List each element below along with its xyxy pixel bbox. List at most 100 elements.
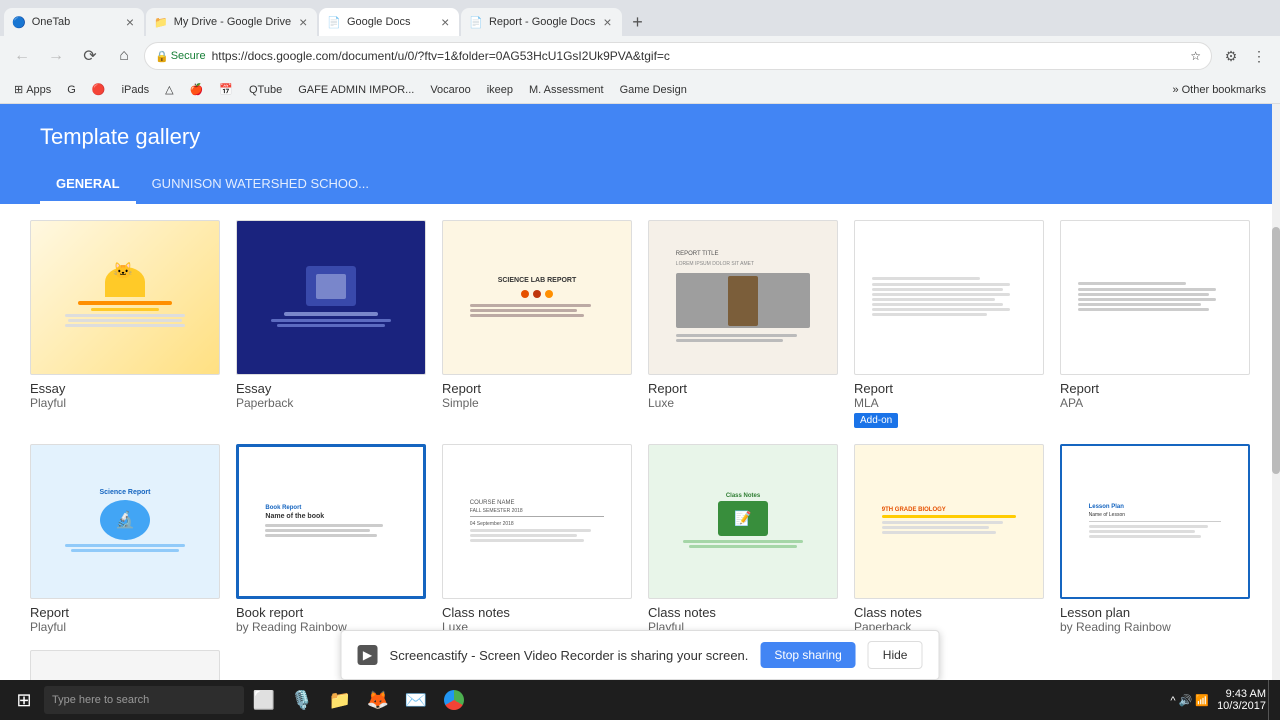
template-name: Book report xyxy=(236,605,426,620)
template-report-apa[interactable]: Report APA xyxy=(1060,220,1250,428)
hide-button[interactable]: Hide xyxy=(868,641,923,669)
templates-grid-row2: Science Report 🔬 Report Playful Book Rep… xyxy=(30,444,1250,634)
bookmark-ikeep[interactable]: ikeep xyxy=(481,82,519,98)
address-bar[interactable]: 🔒 Secure https://docs.google.com/documen… xyxy=(144,42,1212,70)
taskbar-mail[interactable]: ✉️ xyxy=(398,682,434,718)
taskbar-search[interactable]: Type here to search xyxy=(44,686,244,714)
bookmark-something[interactable]: 📅 xyxy=(213,81,239,98)
onetab-icon: 🔵 xyxy=(12,16,26,29)
tab-close[interactable]: × xyxy=(297,12,309,32)
screencastify-message: Screencastify - Screen Video Recorder is… xyxy=(390,648,749,663)
star-icon[interactable]: ☆ xyxy=(1190,49,1201,63)
template-subtitle: Luxe xyxy=(648,396,838,410)
docs-icon: 📄 xyxy=(327,16,341,29)
bookmark-g[interactable]: G xyxy=(61,82,82,98)
tab-gunnison[interactable]: GUNNISON WATERSHED SCHOO... xyxy=(136,166,385,204)
template-essay-paperback[interactable]: Essay Paperback xyxy=(236,220,426,428)
bookmark-codelabs[interactable]: 🔴 xyxy=(86,81,112,98)
folder-icon: 📁 xyxy=(329,690,351,711)
tab-google-docs[interactable]: 📄 Google Docs × xyxy=(319,8,459,36)
template-subtitle: APA xyxy=(1060,396,1250,410)
back-button[interactable]: ← xyxy=(8,42,36,70)
scroll-thumb[interactable] xyxy=(1272,227,1280,473)
template-lesson-plan[interactable]: Lesson Plan Name of Lesson Lesson plan b… xyxy=(1060,444,1250,634)
mail-icon: ✉️ xyxy=(405,690,427,711)
template-report-simple[interactable]: SCIENCE LAB REPORT Report Simple xyxy=(442,220,632,428)
template-report-playful[interactable]: Science Report 🔬 Report Playful xyxy=(30,444,220,634)
sys-icons: ^ 🔊 📶 xyxy=(1170,694,1209,707)
start-button[interactable]: ⊞ xyxy=(6,682,42,718)
search-placeholder: Type here to search xyxy=(52,694,149,706)
template-subtitle: Playful xyxy=(30,620,220,634)
menu-icon[interactable]: ⋮ xyxy=(1246,43,1272,69)
template-class-notes-luxe[interactable]: COURSE NAME FALL SEMESTER 2018 04 Septem… xyxy=(442,444,632,634)
page-content: Template gallery GENERAL GUNNISON WATERS… xyxy=(0,104,1280,720)
page-header: Template gallery GENERAL GUNNISON WATERS… xyxy=(0,104,1280,204)
template-name: Lesson plan xyxy=(1060,605,1250,620)
template-subtitle: Playful xyxy=(30,396,220,410)
template-subtitle: Simple xyxy=(442,396,632,410)
bookmark-apple[interactable]: 🍎 xyxy=(184,81,210,98)
tab-label: Report - Google Docs xyxy=(489,16,595,28)
home-button[interactable]: ⌂ xyxy=(110,42,138,70)
taskbar-firefox[interactable]: 🦊 xyxy=(360,682,396,718)
template-name: Report xyxy=(854,381,1044,396)
screencastify-icon: ▶ xyxy=(358,645,378,665)
bookmark-qtube[interactable]: QTube xyxy=(243,82,288,98)
taskbar-chrome[interactable] xyxy=(436,682,472,718)
url-text: https://docs.google.com/document/u/0/?ft… xyxy=(212,49,1185,63)
reload-button[interactable]: ⟳ xyxy=(76,42,104,70)
template-book-report[interactable]: Book Report Name of the book Book report… xyxy=(236,444,426,634)
tab-label: OneTab xyxy=(32,16,118,28)
tab-general[interactable]: GENERAL xyxy=(40,166,136,204)
new-tab-button[interactable]: + xyxy=(624,8,652,36)
toolbar-icons: ⚙ ⋮ xyxy=(1218,43,1272,69)
template-name: Essay xyxy=(236,381,426,396)
template-name: Class notes xyxy=(442,605,632,620)
template-class-notes-playful[interactable]: Class Notes 📝 Class notes Playful xyxy=(648,444,838,634)
microphone-icon: 🎙️ xyxy=(291,690,313,711)
template-essay-playful[interactable]: 🐱 Essay Playful xyxy=(30,220,220,428)
forward-button[interactable]: → xyxy=(42,42,70,70)
stop-sharing-button[interactable]: Stop sharing xyxy=(760,642,855,668)
templates-grid-row1: 🐱 Essay Playful xyxy=(30,220,1250,428)
bookmarks-overflow[interactable]: » Other bookmarks xyxy=(1166,82,1272,98)
bookmark-ipads[interactable]: iPads xyxy=(116,82,156,98)
apps-icon: ⊞ xyxy=(14,83,23,96)
tab-my-drive[interactable]: 📁 My Drive - Google Drive × xyxy=(146,8,317,36)
bookmark-apps[interactable]: ⊞ Apps xyxy=(8,81,57,98)
template-class-notes-paperback[interactable]: 9TH GRADE BIOLOGY Class notes Paperback xyxy=(854,444,1044,634)
browser-chrome: 🔵 OneTab × 📁 My Drive - Google Drive × 📄… xyxy=(0,0,1280,104)
address-bar-row: ← → ⟳ ⌂ 🔒 Secure https://docs.google.com… xyxy=(0,36,1280,76)
tab-onetab[interactable]: 🔵 OneTab × xyxy=(4,8,144,36)
extensions-icon[interactable]: ⚙ xyxy=(1218,43,1244,69)
secure-badge: 🔒 Secure xyxy=(155,50,206,63)
taskbar-microphone[interactable]: 🎙️ xyxy=(284,682,320,718)
template-name: Class notes xyxy=(648,605,838,620)
bookmark-vocaroo[interactable]: Vocaroo xyxy=(424,82,476,98)
bookmark-drive[interactable]: △ xyxy=(159,81,179,98)
bookmark-game-design[interactable]: Game Design xyxy=(614,82,693,98)
tab-report-google-docs[interactable]: 📄 Report - Google Docs × xyxy=(461,8,621,36)
template-name: Report xyxy=(648,381,838,396)
bookmark-m-assessment[interactable]: M. Assessment xyxy=(523,82,610,98)
scroll-indicator[interactable] xyxy=(1272,104,1280,720)
taskbar-task-view[interactable]: ⬜ xyxy=(246,682,282,718)
tab-close[interactable]: × xyxy=(601,12,613,32)
bookmark-gafe[interactable]: GAFE ADMIN IMPOR... xyxy=(292,82,420,98)
template-report-mla[interactable]: Report MLA Add-on xyxy=(854,220,1044,428)
template-report-luxe[interactable]: REPORT TITLE LOREM IPSUM DOLOR SIT AMET … xyxy=(648,220,838,428)
tab-close[interactable]: × xyxy=(439,12,451,32)
taskbar-sys-tray: ^ 🔊 📶 xyxy=(1164,694,1215,707)
tab-close[interactable]: × xyxy=(124,12,136,32)
taskbar-clock[interactable]: 9:43 AM 10/3/2017 xyxy=(1217,688,1266,712)
template-name: Report xyxy=(30,605,220,620)
firefox-icon: 🦊 xyxy=(367,690,389,711)
g-icon: G xyxy=(67,84,76,96)
show-desktop-button[interactable] xyxy=(1268,680,1274,720)
taskbar: ⊞ Type here to search ⬜ 🎙️ 📁 🦊 ✉️ ^ 🔊 📶 … xyxy=(0,680,1280,720)
template-subtitle: by Reading Rainbow xyxy=(1060,620,1250,634)
taskbar-file-explorer[interactable]: 📁 xyxy=(322,682,358,718)
chrome-icon xyxy=(444,690,464,710)
tab-label: Google Docs xyxy=(347,16,433,28)
